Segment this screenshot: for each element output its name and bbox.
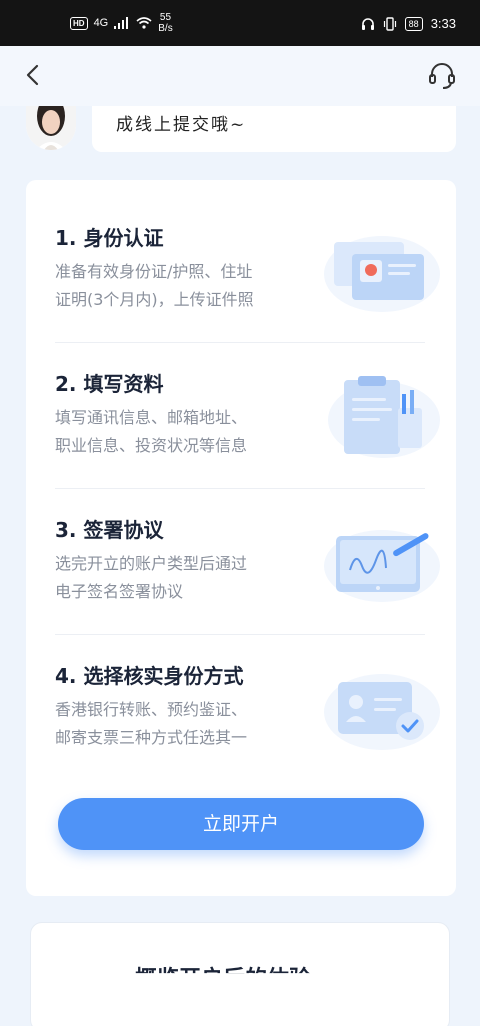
step-title: 3. 签署协议 xyxy=(55,518,164,542)
step-title: 2. 填写资料 xyxy=(55,372,164,396)
chat-row: 成线上提交哦~ xyxy=(0,106,480,164)
account-steps-card: 1. 身份认证 准备有效身份证/护照、住址 证明(3个月内)，上传证件照 2. … xyxy=(26,180,456,896)
clock: 3:33 xyxy=(430,16,456,31)
step-description-line: 准备有效身份证/护照、住址 xyxy=(55,262,253,281)
headphones-icon xyxy=(361,17,374,30)
open-account-button[interactable]: 立即开户 xyxy=(58,798,424,850)
chat-message: 成线上提交哦~ xyxy=(116,115,247,135)
step-description-line: 香港银行转账、预约鉴证、 xyxy=(55,700,248,719)
chat-bubble: 成线上提交哦~ xyxy=(92,106,456,152)
speed-value: 55 xyxy=(159,12,172,23)
tablet-signature-icon xyxy=(324,530,440,602)
next-section-card: 概览开户后的体验 xyxy=(30,922,450,1026)
step-description: 香港银行转账、预约鉴证、 邮寄支票三种方式任选其一 xyxy=(55,696,315,752)
headset-icon[interactable] xyxy=(426,60,458,92)
step-verify-identity: 4. 选择核实身份方式 香港银行转账、预约鉴证、 邮寄支票三种方式任选其一 xyxy=(26,618,456,763)
step-sign-agreement: 3. 签署协议 选完开立的账户类型后通过 电子签名签署协议 xyxy=(26,472,456,617)
step-description-line: 职业信息、投资状况等信息 xyxy=(55,436,248,455)
signal-icon xyxy=(114,17,129,29)
clipboard-icon xyxy=(328,376,440,458)
assistant-avatar xyxy=(26,106,76,150)
step-description: 准备有效身份证/护照、住址 证明(3个月内)，上传证件照 xyxy=(55,258,315,314)
step-fill-info: 2. 填写资料 填写通讯信息、邮箱地址、 职业信息、投资状况等信息 xyxy=(26,326,456,471)
step-title: 1. 身份认证 xyxy=(55,226,164,250)
id-card-icon xyxy=(324,236,440,312)
step-description-line: 填写通讯信息、邮箱地址、 xyxy=(55,408,248,427)
network-speed: 55 B/s xyxy=(158,12,172,34)
step-description-line: 选完开立的账户类型后通过 xyxy=(55,554,248,573)
verified-card-icon xyxy=(324,674,440,750)
wifi-icon xyxy=(136,17,152,29)
battery-indicator: 88 xyxy=(404,16,423,31)
network-type: 4G xyxy=(93,17,109,29)
status-bar-left: HD 4G 55 B/s xyxy=(70,12,173,34)
vibrate-icon xyxy=(383,16,396,31)
status-bar-right: 88 3:33 xyxy=(361,16,456,31)
step-identity: 1. 身份认证 准备有效身份证/护照、住址 证明(3个月内)，上传证件照 xyxy=(26,180,456,325)
speed-unit: B/s xyxy=(158,23,173,34)
step-title: 4. 选择核实身份方式 xyxy=(55,664,244,688)
status-bar: HD 4G 55 B/s 88 3:33 xyxy=(0,0,480,46)
nav-bar xyxy=(0,46,480,106)
step-description-line: 电子签名签署协议 xyxy=(55,582,184,601)
hd-badge: HD xyxy=(70,16,88,30)
step-description-line: 邮寄支票三种方式任选其一 xyxy=(55,728,248,747)
step-description: 选完开立的账户类型后通过 电子签名签署协议 xyxy=(55,550,315,606)
chevron-left-icon[interactable] xyxy=(20,62,46,88)
step-description-line: 证明(3个月内)，上传证件照 xyxy=(55,290,254,309)
next-section-title: 概览开户后的体验 xyxy=(135,967,312,992)
step-description: 填写通讯信息、邮箱地址、 职业信息、投资状况等信息 xyxy=(55,404,315,460)
